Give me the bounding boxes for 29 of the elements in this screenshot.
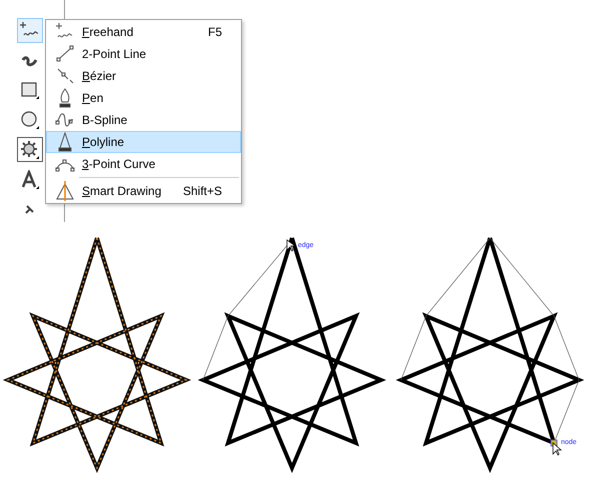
menu-item[interactable]: 3-Point Curve: [46, 153, 241, 175]
letter-a-icon: [20, 170, 40, 190]
menu-item[interactable]: 2-Point Line: [46, 43, 241, 65]
gear-icon: [20, 140, 40, 160]
menu-item[interactable]: Smart Drawing Shift+S: [46, 180, 241, 202]
tool-button[interactable]: [17, 18, 43, 43]
line-icon: [54, 44, 74, 64]
cursor-icon: [286, 239, 296, 252]
shortcut-label: F5: [208, 24, 223, 41]
menu-item[interactable]: Freehand F5: [46, 21, 241, 43]
menu-item[interactable]: Polyline: [46, 131, 241, 153]
menu-item[interactable]: B-Spline: [46, 109, 241, 131]
menu-label: 3-Point Curve: [82, 156, 156, 173]
cursor-icon: [552, 442, 562, 456]
ellipse-icon: [20, 110, 40, 130]
menu-label: Polyline: [82, 134, 126, 151]
shortcut-label: Shift+S: [182, 183, 223, 200]
menu-item[interactable]: Pen: [46, 87, 241, 109]
menu-label: Pen: [82, 90, 104, 107]
rectangle-icon: [20, 80, 40, 100]
menu-item[interactable]: Bézier: [46, 65, 241, 87]
menu-label: Freehand: [82, 24, 134, 41]
menu-label: Smart Drawing: [82, 183, 162, 200]
tool-button[interactable]: [17, 137, 43, 162]
menu-label: Bézier: [82, 68, 118, 85]
menu-label: 2-Point Line: [82, 46, 148, 63]
menu-label: B-Spline: [82, 112, 128, 129]
bezier-icon: [54, 66, 74, 86]
triangle-icon: [54, 181, 74, 201]
